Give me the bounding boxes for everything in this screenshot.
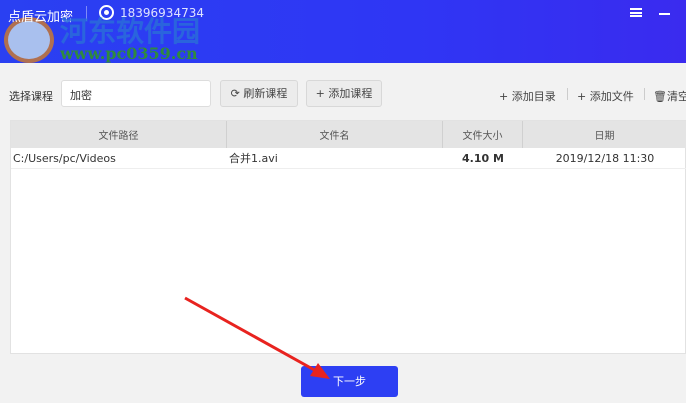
column-header-date[interactable]: 日期 — [523, 121, 686, 148]
trash-icon: 🗑 — [653, 90, 667, 103]
column-header-size[interactable]: 文件大小 — [443, 121, 523, 148]
course-label: 选择课程 — [9, 90, 53, 103]
column-header-path[interactable]: 文件路径 — [11, 121, 227, 148]
table-header: 文件路径 文件名 文件大小 日期 — [11, 121, 686, 148]
course-input[interactable]: 加密 — [61, 80, 211, 107]
menu-icon[interactable] — [630, 8, 642, 17]
clear-label: 清空 — [666, 90, 686, 103]
next-step-button[interactable]: 下一步 — [301, 366, 398, 397]
divider — [567, 88, 568, 100]
add-directory-link[interactable]: + 添加目录 — [499, 88, 556, 104]
watermark-url: www.pc0359.cn — [60, 44, 198, 63]
table-row[interactable]: C:/Users/pc/Videos 合并1.avi 4.10 M 2019/1… — [11, 148, 686, 169]
cell-size: 4.10 M — [462, 151, 504, 165]
cell-date: 2019/12/18 11:30 — [555, 151, 655, 165]
cell-name: 合并1.avi — [229, 152, 278, 165]
clear-link[interactable]: 🗑清空 — [653, 88, 686, 104]
refresh-label: 刷新课程 — [243, 87, 288, 100]
refresh-icon: ⟳ — [230, 87, 244, 100]
minimize-icon[interactable] — [659, 13, 670, 15]
title-bar: 点盾云加密 18396934734 河东软件园 www.pc0359.cn — [0, 0, 686, 63]
column-header-name[interactable]: 文件名 — [227, 121, 443, 148]
add-file-link[interactable]: + 添加文件 — [577, 88, 634, 104]
cell-path: C:/Users/pc/Videos — [13, 151, 116, 165]
add-course-button[interactable]: + 添加课程 — [306, 80, 382, 107]
refresh-course-button[interactable]: ⟳ 刷新课程 — [220, 80, 298, 107]
file-table: 文件路径 文件名 文件大小 日期 C:/Users/pc/Videos 合并1.… — [10, 120, 686, 354]
divider — [644, 88, 645, 100]
